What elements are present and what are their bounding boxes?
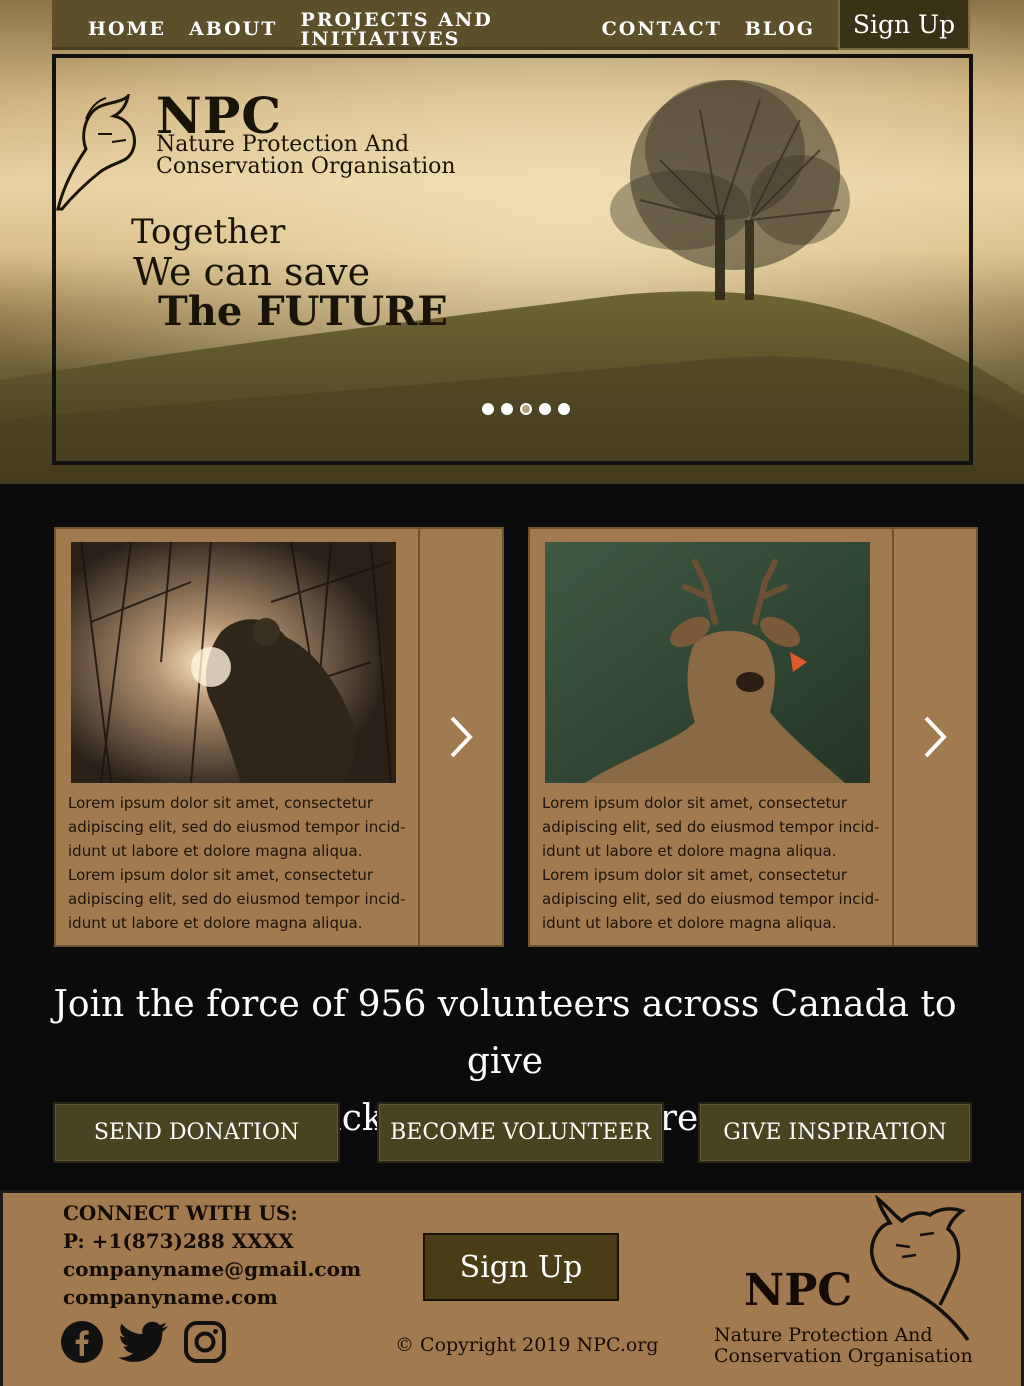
nav-blog[interactable]: BLOG — [745, 20, 815, 39]
card-2-line-2: adipiscing elit, sed do eiusmod tempor i… — [542, 818, 880, 836]
nav-home[interactable]: HOME — [88, 20, 166, 39]
carousel-dot-2[interactable] — [501, 403, 513, 415]
card-1-line-3: idunt ut labore et dolore magna aliqua. — [68, 842, 363, 860]
rhino-icon — [56, 94, 136, 211]
email-link[interactable]: companyname@gmail.com — [63, 1255, 361, 1283]
nav-contact[interactable]: CONTACT — [602, 20, 722, 39]
hero-logo[interactable]: NPC Nature Protection And Conservation O… — [56, 86, 458, 216]
card-1-text: Lorem ipsum dolor sit amet, consectetur … — [68, 791, 413, 935]
rhino-icon — [870, 1195, 970, 1342]
footer-logo-subtitle-line-1: Nature Protection And — [714, 1324, 933, 1346]
card-1-line-4: Lorem ipsum dolor sit amet, consectetur — [68, 866, 374, 884]
card-2-next-button[interactable] — [892, 529, 976, 945]
card-2-line-5: adipiscing elit, sed do eiusmod tempor i… — [542, 890, 880, 908]
carousel-dot-4[interactable] — [539, 403, 551, 415]
card-2-line-1: Lorem ipsum dolor sit amet, consectetur — [542, 794, 848, 812]
card-1-next-button[interactable] — [418, 529, 502, 945]
tagline-line-3: The FUTURE — [158, 288, 448, 335]
chevron-right-icon — [450, 716, 473, 758]
card-2-text: Lorem ipsum dolor sit amet, consectetur … — [542, 791, 887, 935]
carousel-dot-1[interactable] — [482, 403, 494, 415]
project-card-2: Lorem ipsum dolor sit amet, consectetur … — [528, 527, 978, 947]
card-1-line-2: adipiscing elit, sed do eiusmod tempor i… — [68, 818, 406, 836]
footer-logo-subtitle: Nature Protection And Conservation Organ… — [714, 1325, 973, 1367]
nav-about[interactable]: ABOUT — [189, 20, 277, 39]
chevron-right-icon — [924, 716, 947, 758]
project-card-1: Lorem ipsum dolor sit amet, consectetur … — [54, 527, 504, 947]
carousel-dot-5[interactable] — [558, 403, 570, 415]
carousel-dot-3[interactable] — [520, 403, 532, 415]
logo-subtitle-line-1: Nature Protection And — [156, 132, 410, 157]
send-donation-button[interactable]: SEND DONATION — [53, 1102, 340, 1163]
copyright-icon: © — [395, 1334, 414, 1356]
social-links — [60, 1320, 226, 1364]
website-link[interactable]: companyname.com — [63, 1283, 361, 1311]
signup-button-top[interactable]: Sign Up — [838, 0, 970, 50]
phone-number[interactable]: P: +1(873)288 XXXX — [63, 1227, 361, 1255]
facebook-icon[interactable] — [60, 1320, 104, 1364]
card-1-line-6: idunt ut labore et dolore magna aliqua. — [68, 914, 363, 932]
tagline-line-1: Together — [131, 212, 286, 252]
twitter-icon[interactable] — [118, 1320, 170, 1364]
give-inspiration-button[interactable]: GIVE INSPIRATION — [698, 1102, 972, 1163]
logo-subtitle: Nature Protection And Conservation Organ… — [156, 134, 456, 178]
cta-line-1: Join the force of 956 volunteers across … — [53, 984, 957, 1082]
signup-button-footer[interactable]: Sign Up — [423, 1233, 619, 1301]
carousel-dots — [482, 403, 570, 415]
top-navigation: HOME ABOUT PROJECTS AND INITIATIVES CONT… — [52, 0, 838, 50]
card-2-image — [545, 542, 870, 783]
connect-title: CONNECT WITH US: — [63, 1201, 298, 1225]
copyright-notice: © Copyright 2019 NPC.org — [395, 1334, 659, 1356]
card-2-line-3: idunt ut labore et dolore magna aliqua. — [542, 842, 837, 860]
instagram-icon[interactable] — [184, 1321, 226, 1363]
hero-banner: NPC Nature Protection And Conservation O… — [0, 0, 1024, 484]
card-2-line-6: idunt ut labore et dolore magna aliqua. — [542, 914, 837, 932]
footer-logo-title: NPC — [744, 1265, 853, 1316]
copyright-text: Copyright 2019 NPC.org — [420, 1334, 659, 1356]
nav-projects[interactable]: PROJECTS AND INITIATIVES — [300, 10, 578, 49]
card-1-line-1: Lorem ipsum dolor sit amet, consectetur — [68, 794, 374, 812]
become-volunteer-button[interactable]: BECOME VOLUNTEER — [377, 1102, 664, 1163]
footer-logo-subtitle-line-2: Conservation Organisation — [714, 1345, 973, 1367]
connect-info: CONNECT WITH US: P: +1(873)288 XXXX comp… — [63, 1199, 361, 1311]
card-2-line-4: Lorem ipsum dolor sit amet, consectetur — [542, 866, 848, 884]
card-1-image — [71, 542, 396, 783]
logo-subtitle-line-2: Conservation Organisation — [156, 154, 456, 179]
card-1-line-5: adipiscing elit, sed do eiusmod tempor i… — [68, 890, 406, 908]
